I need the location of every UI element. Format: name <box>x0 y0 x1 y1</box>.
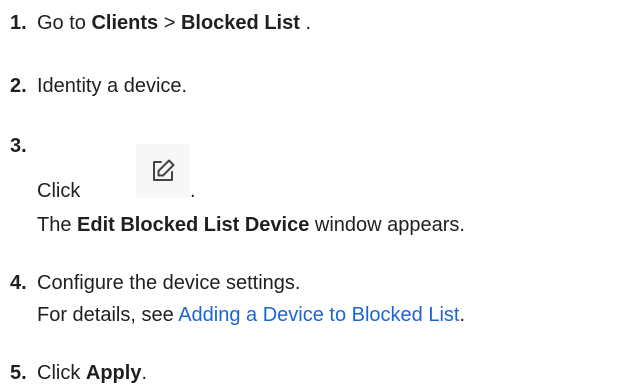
nav-section-name: Clients <box>91 12 159 34</box>
step-number: 1. <box>10 12 27 34</box>
click-text: Click <box>37 180 81 202</box>
step-number: 5. <box>10 362 27 384</box>
click-text: Click <box>37 362 86 384</box>
details-prefix: For details, see <box>37 304 179 326</box>
nav-page-name: Blocked List <box>180 12 300 34</box>
result-prefix: The <box>37 214 78 236</box>
step-number: 3. <box>10 135 27 157</box>
step-tail: . <box>141 362 148 384</box>
apply-button-name: Apply <box>85 362 142 384</box>
step-tail: . <box>299 12 312 34</box>
adding-device-link[interactable]: Adding a Device to Blocked List <box>178 304 459 326</box>
procedure-steps: 1. Go to Clients > Blocked List . 2. Ide… <box>0 0 622 388</box>
step-number: 4. <box>10 272 27 294</box>
step-text: Identity a device. <box>37 75 188 97</box>
step-text: Configure the device settings. <box>37 272 301 294</box>
window-name: Edit Blocked List Device <box>77 214 310 236</box>
click-tail: . <box>190 180 196 202</box>
nav-separator: > <box>158 12 181 34</box>
step-body: Click <box>37 178 80 205</box>
step-number: 2. <box>10 75 27 97</box>
step-body: Go to Clients > Blocked List . <box>37 10 311 37</box>
step-text: Go to <box>37 12 92 34</box>
edit-icon[interactable] <box>136 144 190 198</box>
details-suffix: . <box>459 304 466 326</box>
result-suffix: window appears. <box>309 214 465 236</box>
result-text: The Edit Blocked List Device window appe… <box>37 212 465 239</box>
step-body: Click Apply. <box>37 360 147 387</box>
details-text: For details, see Adding a Device to Bloc… <box>37 302 465 329</box>
